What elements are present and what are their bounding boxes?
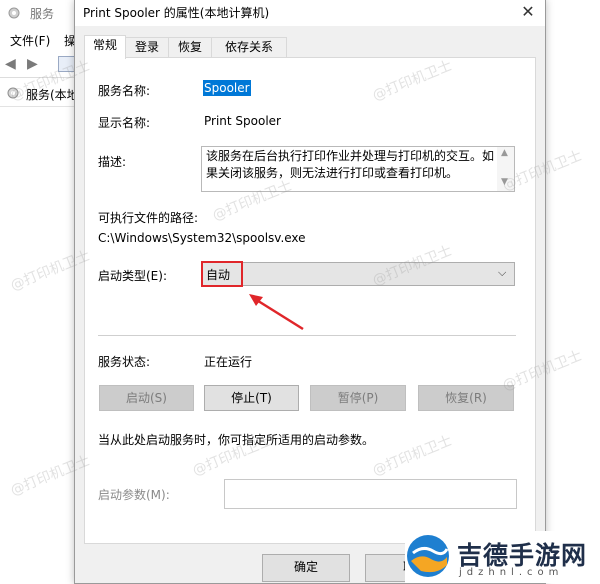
annotation-arrow-icon (249, 294, 304, 331)
services-gear-icon (7, 6, 21, 20)
display-name-label: 显示名称: (98, 116, 151, 130)
dialog-title: Print Spooler 的属性(本地计算机) (83, 6, 270, 20)
start-params-input[interactable] (224, 479, 517, 509)
tab-dependencies[interactable]: 依存关系 (211, 37, 287, 58)
description-text: 该服务在后台执行打印作业并处理与打印机的交互。如果关闭该服务，则无法进行打印或查… (206, 149, 495, 180)
dialog-titlebar: Print Spooler 的属性(本地计算机) ✕ (75, 0, 545, 26)
service-status-value: 正在运行 (204, 355, 253, 369)
pause-button[interactable]: 暂停(P) (310, 385, 406, 411)
stop-button[interactable]: 停止(T) (204, 385, 299, 411)
forward-arrow-icon[interactable]: ▶ (27, 56, 38, 72)
tree-item-services-local[interactable]: 服务(本地 (26, 86, 79, 103)
site-logo: 吉德手游网 jdzhnl.com (405, 531, 600, 583)
tab-general[interactable]: 常规 (84, 35, 126, 59)
menu-file[interactable]: 文件(F) (10, 32, 50, 49)
ok-button[interactable]: 确定 (262, 554, 350, 582)
logo-wave-icon (407, 535, 449, 577)
annotation-highlight-box (201, 261, 243, 287)
close-icon[interactable]: ✕ (511, 0, 545, 26)
startup-type-dropdown[interactable]: 自动 ⌵ (201, 262, 515, 286)
section-divider (98, 335, 516, 336)
back-arrow-icon[interactable]: ◀ (5, 56, 16, 72)
logo-subtext: jdzhnl.com (459, 567, 564, 578)
service-name-label: 服务名称: (98, 84, 151, 98)
service-status-label: 服务状态: (98, 355, 151, 369)
services-right-pane (544, 26, 600, 583)
display-name-value: Print Spooler (204, 114, 281, 128)
exe-path-label: 可执行文件的路径: (98, 211, 199, 225)
start-params-label: 启动参数(M): (98, 488, 170, 502)
scroll-down-icon[interactable]: ▼ (501, 177, 508, 187)
service-name-selected-text[interactable]: Spooler (203, 80, 251, 96)
services-title: 服务 (30, 7, 55, 21)
tab-logon[interactable]: 登录 (125, 37, 169, 58)
service-name-value[interactable]: Spooler (203, 80, 251, 96)
services-tree-icon (6, 86, 20, 100)
description-scrollbar[interactable]: ▲ ▼ (497, 147, 514, 191)
chevron-down-icon[interactable]: ⌵ (498, 266, 506, 280)
description-label: 描述: (98, 155, 127, 169)
properties-dialog: Print Spooler 的属性(本地计算机) ✕ 常规 登录 恢复 依存关系… (74, 0, 546, 584)
resume-button[interactable]: 恢复(R) (418, 385, 514, 411)
exe-path-value: C:\Windows\System32\spoolsv.exe (98, 231, 306, 245)
tab-recovery[interactable]: 恢复 (168, 37, 212, 58)
start-params-hint: 当从此处启动服务时，你可指定所适用的启动参数。 (98, 433, 375, 447)
general-tab-panel: 服务名称: Spooler 显示名称: Print Spooler 描述: 该服… (84, 57, 536, 544)
scroll-up-icon[interactable]: ▲ (501, 148, 508, 158)
startup-type-label: 启动类型(E): (98, 269, 167, 283)
start-button[interactable]: 启动(S) (99, 385, 194, 411)
description-textbox[interactable]: 该服务在后台执行打印作业并处理与打印机的交互。如果关闭该服务，则无法进行打印或查… (201, 146, 515, 192)
